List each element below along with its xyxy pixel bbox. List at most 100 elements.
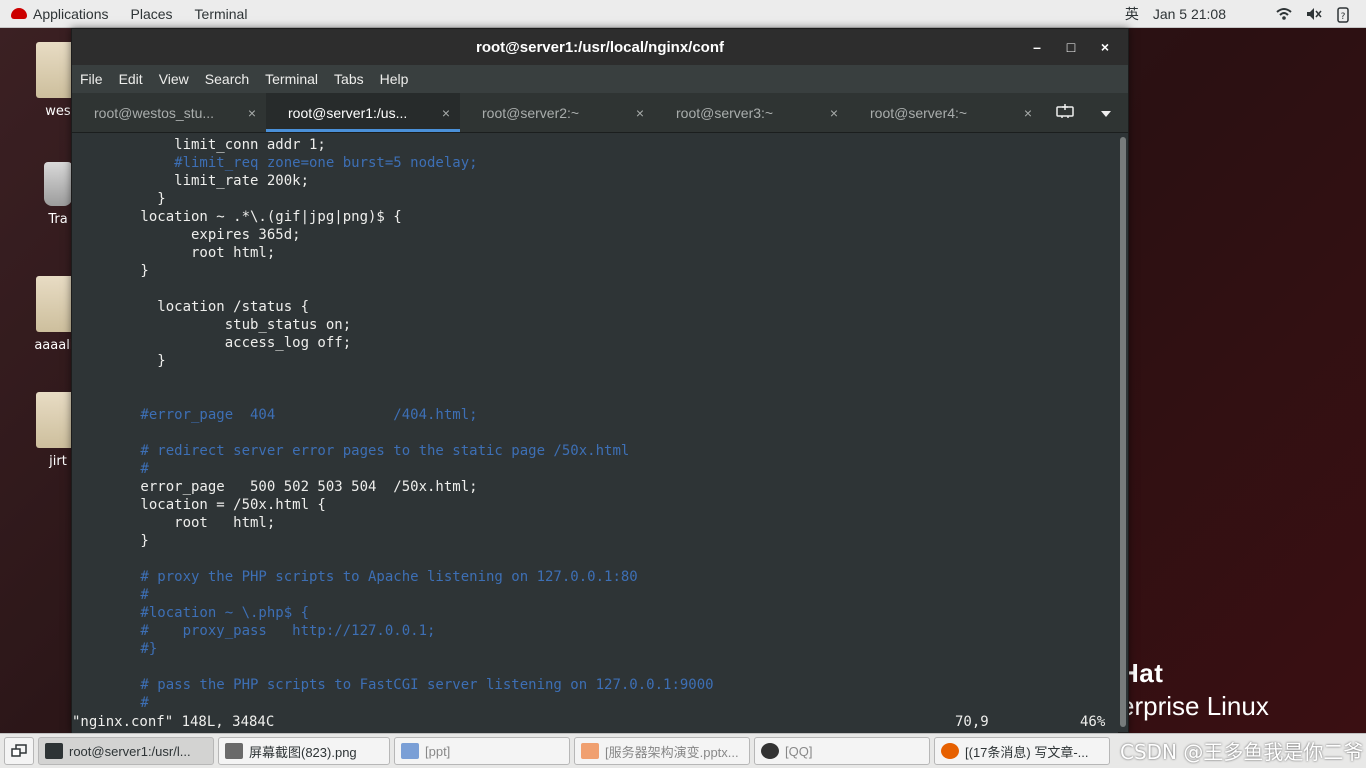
taskbar-item-label: [服务器架构演变.pptx... [605, 744, 739, 760]
tab-westos[interactable]: root@westos_stu... × [72, 93, 266, 132]
terminal-line: limit_rate 200k; [73, 173, 310, 189]
tab-server2[interactable]: root@server2:~ × [460, 93, 654, 132]
maximize-button[interactable]: □ [1056, 35, 1086, 59]
terminal-app-label: Terminal [194, 5, 248, 22]
terminal-line: # redirect server error pages to the sta… [73, 443, 630, 459]
image-viewer-icon [225, 743, 243, 759]
terminal-line: # [73, 695, 149, 711]
presentation-icon [581, 743, 599, 759]
taskbar-item-label: [(17条消息) 写文章-... [965, 744, 1089, 760]
terminal-line: # [73, 461, 149, 477]
redhat-icon [11, 8, 27, 19]
taskbar-item-label: [QQ] [785, 743, 813, 759]
tab-server3[interactable]: root@server3:~ × [654, 93, 848, 132]
tab-close-icon[interactable]: × [636, 105, 644, 121]
menu-help[interactable]: Help [372, 71, 417, 87]
redhat-brand-logo: Hat erprise Linux [1120, 658, 1269, 722]
volume-muted-icon[interactable] [1306, 7, 1322, 21]
terminal-line: location = /50x.html { [73, 497, 326, 513]
menu-edit[interactable]: Edit [111, 71, 151, 87]
clock[interactable]: Jan 5 21:08 [1153, 6, 1226, 22]
tab-server1[interactable]: root@server1:/us... × [266, 93, 460, 132]
tab-label: root@server3:~ [676, 104, 774, 121]
taskbar-item[interactable]: 屏幕截图(823).png [218, 737, 390, 765]
top-panel: Applications Places Terminal 英 Jan 5 21:… [0, 0, 1366, 28]
terminal-line: limit_conn addr 1; [73, 137, 326, 153]
terminal-line: #limit_req zone=one burst=5 nodelay; [73, 155, 478, 171]
applications-label: Applications [33, 5, 109, 22]
tab-label: root@server1:/us... [288, 104, 408, 121]
terminal-line: #error_page 404 /404.html; [73, 407, 478, 423]
vim-status-line: "nginx.conf" 148L, 3484C 70,9 46% [72, 712, 1118, 732]
close-button[interactable]: × [1090, 35, 1120, 59]
brand-line-2: erprise Linux [1120, 691, 1269, 721]
taskbar-item-label: root@server1:/usr/l... [69, 743, 191, 759]
tab-label: root@westos_stu... [94, 104, 215, 121]
scrollbar-thumb[interactable] [1120, 137, 1126, 727]
menu-tabs[interactable]: Tabs [326, 71, 372, 87]
applications-menu[interactable]: Applications [0, 6, 120, 22]
menu-bar: File Edit View Search Terminal Tabs Help [72, 65, 1128, 93]
qq-penguin-icon [761, 743, 779, 759]
tab-close-icon[interactable]: × [248, 105, 256, 121]
new-tab-icon[interactable] [1056, 103, 1074, 122]
terminal-line: location /status { [73, 299, 310, 315]
terminal-line: # [73, 587, 149, 603]
trash-icon [44, 162, 72, 206]
terminal-line: location ~ .*\.(gif|jpg|png)$ { [73, 209, 402, 225]
window-title: root@server1:/usr/local/nginx/conf [475, 38, 725, 56]
wifi-icon[interactable] [1276, 7, 1292, 21]
terminal-line: #} [73, 641, 158, 657]
terminal-window: root@server1:/usr/local/nginx/conf – □ ×… [71, 28, 1129, 734]
tabs-dropdown-icon[interactable] [1100, 105, 1112, 121]
menu-terminal[interactable]: Terminal [257, 71, 326, 87]
terminal-line: root html; [73, 515, 276, 531]
tab-server4[interactable]: root@server4:~ × [848, 93, 1042, 132]
input-method-indicator[interactable]: 英 [1125, 4, 1139, 24]
taskbar-item-label: 屏幕截图(823).png [249, 744, 357, 760]
menu-file[interactable]: File [72, 71, 111, 87]
terminal-line: #location ~ \.php$ { [73, 605, 310, 621]
minimize-button[interactable]: – [1022, 35, 1052, 59]
terminal-line: expires 365d; [73, 227, 301, 243]
brand-line-1: Hat [1120, 658, 1164, 688]
terminal-scrollbar[interactable] [1118, 137, 1126, 727]
terminal-line: root html; [73, 245, 276, 261]
window-titlebar[interactable]: root@server1:/usr/local/nginx/conf – □ × [72, 29, 1128, 65]
svg-text:?: ? [1341, 12, 1346, 22]
folder-doc-icon [401, 743, 419, 759]
taskbar-item[interactable]: [服务器架构演变.pptx... [574, 737, 750, 765]
status-cursor-position: 70,9 [955, 714, 989, 730]
terminal-icon [45, 743, 63, 759]
terminal-line: # proxy_pass http://127.0.0.1; [73, 623, 436, 639]
places-menu[interactable]: Places [120, 6, 184, 22]
tab-bar: root@westos_stu... × root@server1:/us...… [72, 93, 1128, 133]
taskbar-item[interactable]: [QQ] [754, 737, 930, 765]
taskbar-item[interactable]: [(17条消息) 写文章-... [934, 737, 1110, 765]
terminal-line: } [73, 533, 149, 549]
tab-close-icon[interactable]: × [830, 105, 838, 121]
tab-close-icon[interactable]: × [442, 105, 450, 121]
taskbar-item[interactable]: [ppt] [394, 737, 570, 765]
terminal-line: } [73, 191, 166, 207]
menu-view[interactable]: View [151, 71, 197, 87]
terminal-content[interactable]: limit_conn addr 1; #limit_req zone=one b… [72, 134, 1118, 734]
power-menu-icon[interactable]: ? [1336, 6, 1352, 23]
show-desktop-button[interactable] [4, 737, 34, 765]
tab-label: root@server4:~ [870, 104, 968, 121]
tab-close-icon[interactable]: × [1024, 105, 1032, 121]
show-desktop-icon [11, 744, 27, 757]
menu-search[interactable]: Search [197, 71, 257, 87]
terminal-app-menu[interactable]: Terminal [184, 6, 259, 22]
taskbar-item-label: [ppt] [425, 743, 451, 759]
terminal-line: } [73, 353, 166, 369]
taskbar-item[interactable]: root@server1:/usr/l... [38, 737, 214, 765]
terminal-line: # proxy the PHP scripts to Apache listen… [73, 569, 638, 585]
status-percent: 46% [1080, 714, 1106, 730]
terminal-line: error_page 500 502 503 504 /50x.html; [73, 479, 478, 495]
status-file-info: "nginx.conf" 148L, 3484C [72, 714, 275, 730]
